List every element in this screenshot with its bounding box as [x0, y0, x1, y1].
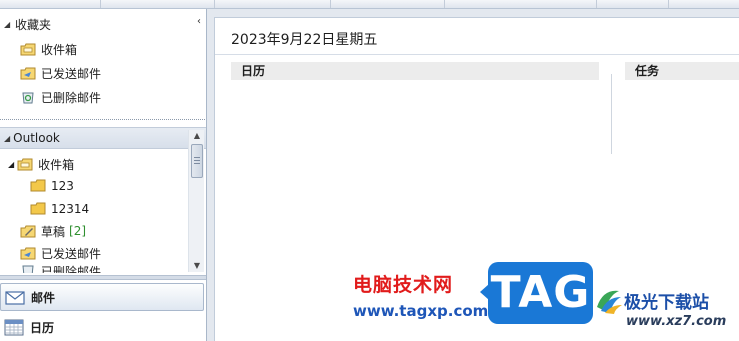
scroll-thumb[interactable] [191, 144, 203, 178]
inbox-icon [17, 158, 33, 171]
title-divider [215, 54, 739, 55]
ribbon-separator [330, 0, 331, 8]
folder-inbox[interactable]: ◢ 收件箱 [8, 153, 74, 175]
ribbon-separator [444, 0, 445, 8]
ribbon-strip [0, 0, 739, 9]
outlook-folder-section: ◢ Outlook ◢ 收件箱 123 12314 草稿 [2] 已发送邮件 已… [0, 127, 206, 277]
date-title: 2023年9月22日星期五 [231, 32, 378, 48]
folder-drafts[interactable]: 草稿 [2] [20, 220, 86, 242]
favorites-title: 收藏夹 [15, 17, 52, 32]
expand-triangle-icon[interactable]: ◢ [8, 160, 14, 169]
favorites-item-inbox[interactable]: 收件箱 [20, 38, 77, 60]
favorites-item-label: 收件箱 [41, 42, 78, 57]
outlook-header[interactable]: ◢ Outlook [0, 127, 206, 149]
watermark-tag-text: TAG [490, 267, 591, 318]
ribbon-separator [214, 0, 215, 8]
deleted-icon [22, 92, 34, 104]
drafts-count-badge: [2] [69, 224, 87, 238]
watermark-brand-cn: 极光下载站 [624, 293, 709, 313]
ribbon-separator [596, 0, 597, 8]
grip-line [194, 157, 200, 158]
navigation-pane: ◢ 收藏夹 ‹ 收件箱 已发送邮件 已删除邮件 ◢ Outlook ◢ 收件箱 … [0, 9, 207, 341]
ribbon-separator [668, 0, 669, 8]
folder-sent[interactable]: 已发送邮件 [20, 242, 101, 264]
folder-label: 123 [51, 179, 74, 193]
folder-icon [30, 202, 46, 215]
section-divider [0, 119, 206, 120]
outlook-title: Outlook [13, 131, 60, 145]
tasks-panel-header[interactable]: 任务 [625, 62, 739, 80]
folder-label: 草稿 [41, 224, 66, 239]
watermark-brand-url: www.xz7.com [626, 314, 727, 329]
favorites-item-deleted[interactable]: 已删除邮件 [20, 86, 101, 108]
nav-button-mail[interactable]: 邮件 [0, 283, 204, 311]
sent-icon [20, 67, 36, 80]
folder-label: 收件箱 [38, 157, 75, 172]
drafts-icon [20, 225, 36, 238]
pane-splitter[interactable] [0, 275, 206, 280]
column-divider [611, 74, 612, 154]
folder-scrollbar[interactable]: ▲ ▼ [188, 130, 204, 272]
tag-tail [480, 284, 489, 300]
nav-button-label: 邮件 [31, 290, 56, 305]
ribbon-separator [100, 0, 101, 8]
mail-icon [5, 291, 25, 305]
grip-line [194, 163, 200, 164]
watermark-tag-logo: TAG [480, 262, 593, 324]
folder-label: 12314 [51, 202, 90, 216]
calendar-icon [4, 319, 24, 336]
expand-triangle-icon[interactable]: ◢ [4, 134, 10, 143]
nav-button-label: 日历 [30, 320, 55, 335]
collapse-pane-icon[interactable]: ‹ [197, 16, 201, 27]
nav-button-calendar[interactable]: 日历 [0, 313, 204, 341]
watermark-url: www.tagxp.com [353, 302, 489, 320]
scroll-up-arrow-icon[interactable]: ▲ [189, 130, 205, 142]
calendar-panel-header[interactable]: 日历 [231, 62, 599, 80]
grip-line [194, 160, 200, 161]
favorites-item-label: 已发送邮件 [41, 66, 102, 81]
folder-12314[interactable]: 12314 [30, 198, 89, 220]
inbox-icon [20, 43, 36, 56]
favorites-item-sent[interactable]: 已发送邮件 [20, 62, 101, 84]
folder-label: 已发送邮件 [41, 246, 102, 261]
watermark-site-name: 电脑技术网 [353, 274, 454, 296]
favorites-item-label: 已删除邮件 [41, 90, 102, 105]
aurora-logo-icon [597, 290, 622, 314]
scroll-down-arrow-icon[interactable]: ▼ [189, 260, 205, 272]
sent-icon [20, 247, 36, 260]
expand-triangle-icon[interactable]: ◢ [4, 20, 12, 29]
nav-bottom-area: 邮件 日历 [0, 273, 206, 341]
favorites-header[interactable]: ◢ 收藏夹 ‹ [0, 13, 206, 35]
folder-icon [30, 179, 46, 192]
folder-123[interactable]: 123 [30, 175, 74, 197]
